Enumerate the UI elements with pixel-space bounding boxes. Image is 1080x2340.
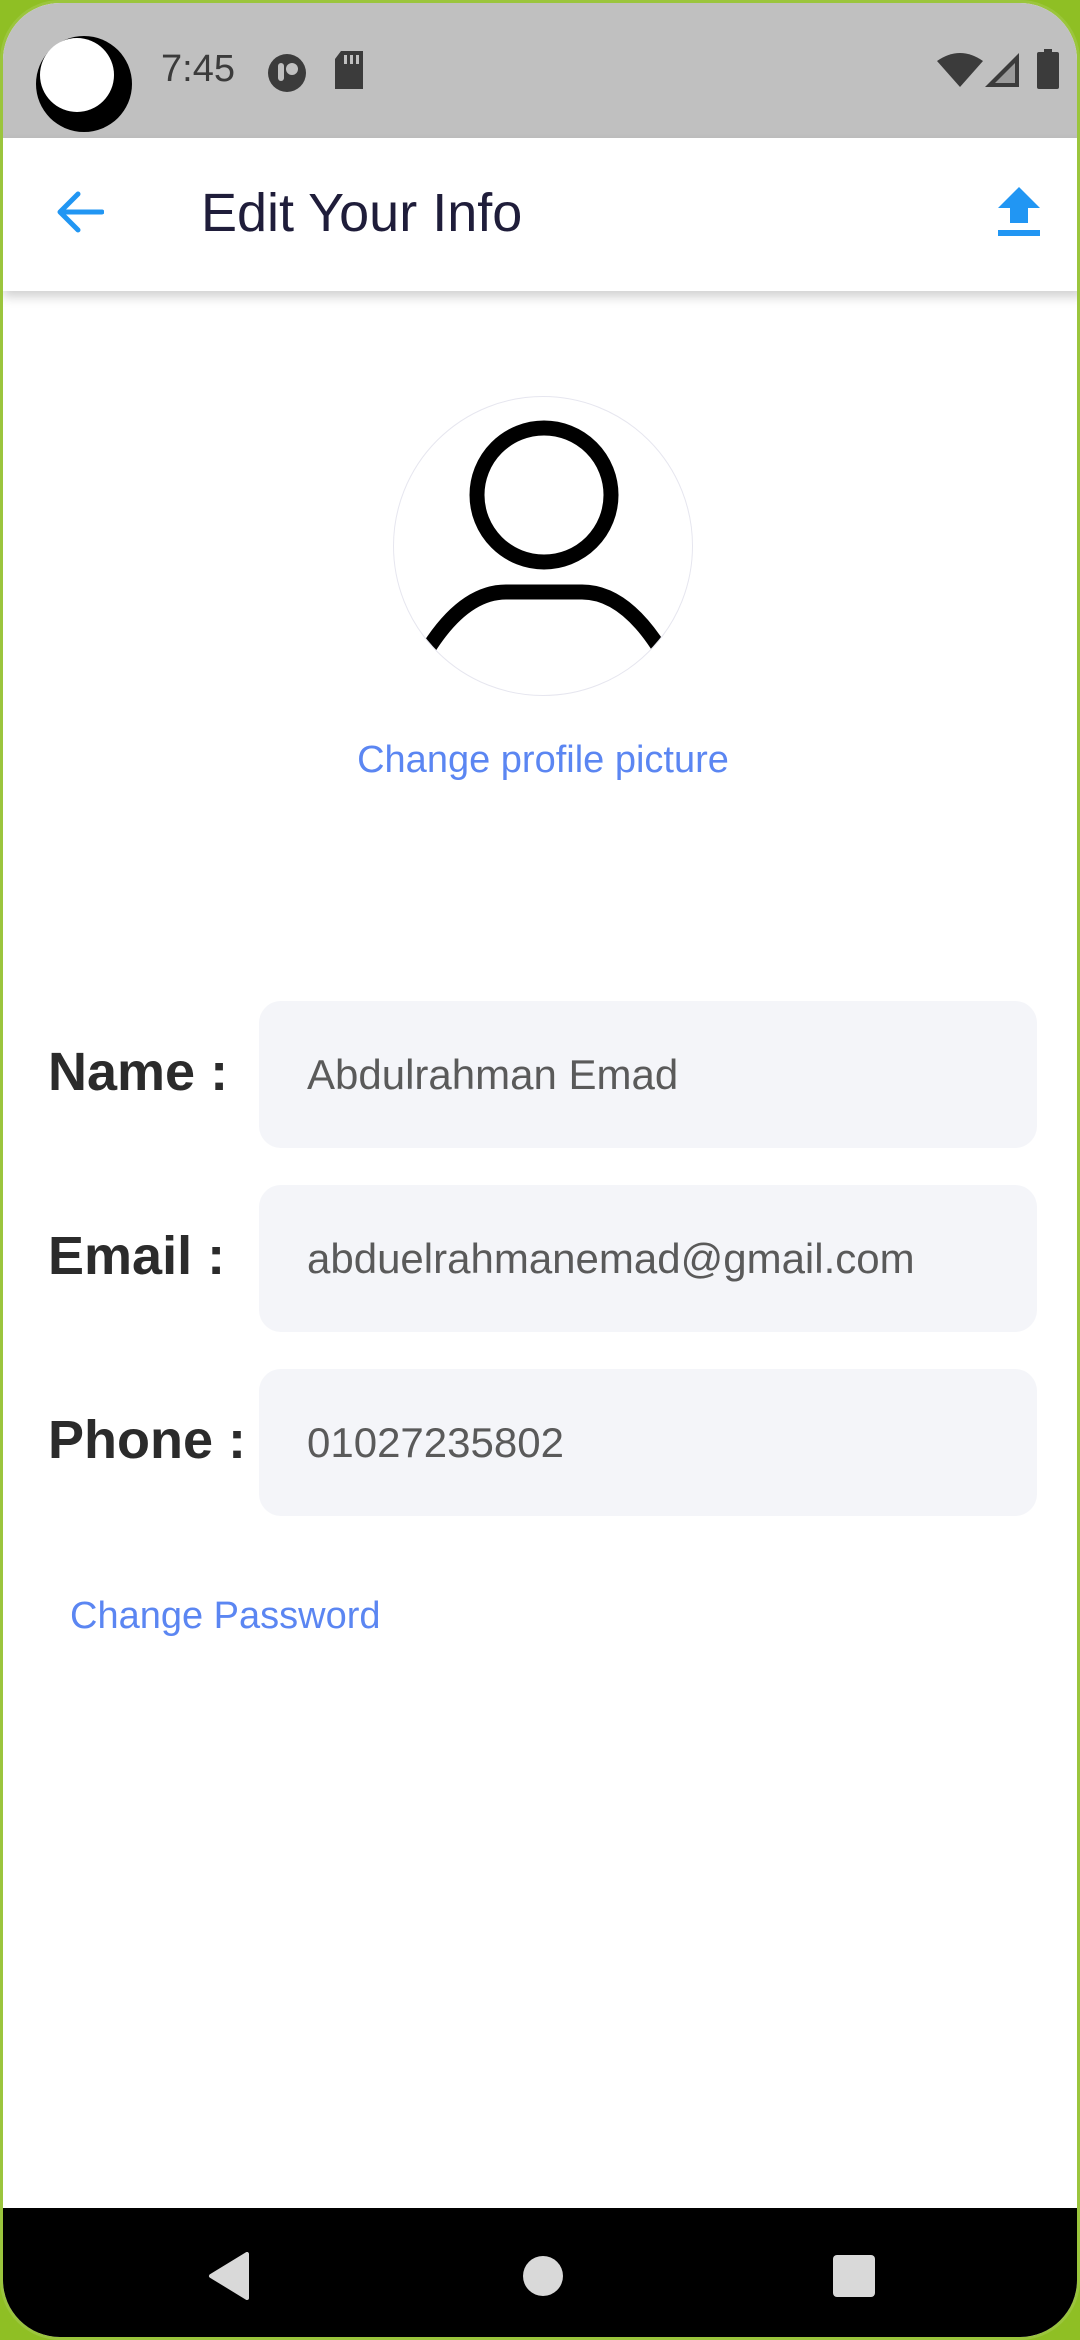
phone-label: Phone : [48,1410,246,1470]
name-field[interactable] [259,1001,1037,1148]
upload-icon [998,186,1040,242]
camera-cutout [36,36,132,132]
phone-field[interactable] [259,1369,1037,1516]
sd-card-icon [333,51,365,94]
person-icon [394,420,692,695]
notification-icon [267,53,307,98]
arrow-left-icon [54,190,105,239]
recents-square-icon [832,2254,876,2303]
home-circle-icon [521,2254,565,2303]
profile-avatar[interactable] [393,396,693,696]
page-title: Edit Your Info [201,183,523,243]
battery-icon [1037,49,1059,94]
change-password-link[interactable]: Change Password [70,1595,381,1638]
email-field[interactable] [259,1185,1037,1332]
nav-home-button[interactable] [503,2238,583,2318]
wifi-icon [937,53,983,92]
cell-signal-icon [985,53,1019,92]
email-label: Email : [48,1226,226,1286]
change-profile-picture-link[interactable]: Change profile picture [3,739,1077,782]
phone-screen: 7:45 Edit Your Info Change profile pictu… [0,0,1080,2340]
nav-back-button[interactable] [189,2238,269,2318]
back-triangle-icon [207,2251,251,2305]
name-label: Name : [48,1042,229,1102]
upload-button[interactable] [983,178,1055,250]
status-time: 7:45 [161,48,235,90]
nav-recents-button[interactable] [814,2238,894,2318]
back-button[interactable] [43,178,115,250]
app-bar: Edit Your Info [3,138,1077,291]
status-bar: 7:45 [3,3,1077,138]
navigation-bar [3,2208,1077,2337]
